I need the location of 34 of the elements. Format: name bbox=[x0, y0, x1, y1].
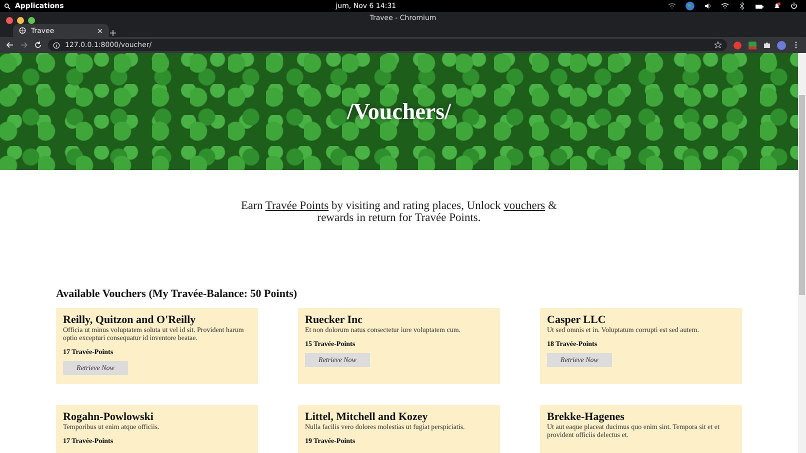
back-icon[interactable] bbox=[6, 41, 14, 49]
voucher-name: Rogahn-Powlowski bbox=[63, 411, 154, 424]
maximize-window-button[interactable] bbox=[28, 17, 35, 24]
voucher-name: Ruecker Inc bbox=[305, 314, 364, 326]
close-icon[interactable] bbox=[97, 28, 103, 34]
extension-icon[interactable] bbox=[748, 40, 757, 50]
section-heading: Available Vouchers (My Travée-Balance: 50 Points) bbox=[56, 288, 298, 300]
stop-sign-icon[interactable] bbox=[733, 40, 742, 50]
volume-icon[interactable] bbox=[704, 2, 712, 10]
intro-link[interactable]: vouchers bbox=[504, 200, 546, 212]
forward-icon[interactable] bbox=[20, 41, 28, 49]
notification-icon[interactable] bbox=[773, 2, 781, 10]
intro-link[interactable]: Travée Points bbox=[265, 200, 329, 212]
voucher-name: Casper LLC bbox=[547, 314, 607, 326]
profile-avatar[interactable] bbox=[777, 40, 786, 50]
scrollbar[interactable] bbox=[798, 53, 806, 453]
voucher-name: Reilly, Quitzon and O'Reilly bbox=[63, 314, 197, 326]
intro-text: Earn Travée Points by visiting and rating places, Unlock vouchers & rewards in return for Travée Points. bbox=[240, 200, 558, 224]
voucher-name: Brekke-Hagenes bbox=[547, 411, 626, 424]
globe-icon bbox=[19, 27, 26, 34]
network-icon[interactable] bbox=[721, 2, 729, 10]
bluetooth-icon[interactable] bbox=[738, 2, 746, 10]
power-icon[interactable] bbox=[790, 2, 798, 10]
reload-icon[interactable] bbox=[34, 41, 42, 49]
globe-icon[interactable] bbox=[685, 1, 695, 11]
close-window-button[interactable] bbox=[6, 17, 13, 24]
new-tab-icon[interactable] bbox=[109, 29, 117, 37]
voucher-name: Littel, Mitchell and Kozey bbox=[305, 411, 429, 424]
minimize-window-button[interactable] bbox=[17, 17, 24, 24]
info-icon bbox=[53, 42, 60, 48]
search-icon[interactable] bbox=[4, 2, 11, 10]
page-title: /Vouchers/ bbox=[347, 98, 451, 124]
star-icon[interactable] bbox=[714, 41, 722, 49]
wifi-icon[interactable] bbox=[668, 2, 676, 10]
